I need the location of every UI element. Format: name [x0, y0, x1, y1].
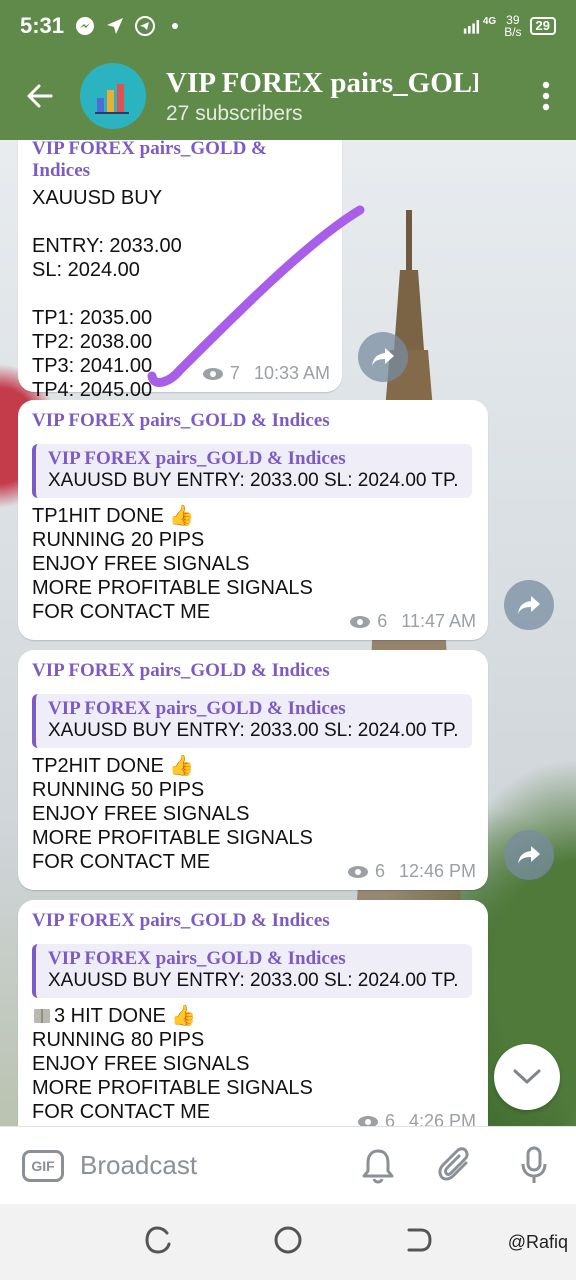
broadcast-input[interactable]: Broadcast	[80, 1150, 197, 1181]
quote-title: VIP FOREX pairs_GOLD & Indices	[48, 698, 346, 719]
more-options-button[interactable]	[516, 52, 576, 140]
message-line: TP1HIT DONE 👍	[32, 505, 195, 527]
bell-icon	[362, 1149, 394, 1183]
views-eye-icon	[357, 1115, 378, 1126]
message-sender: VIP FOREX pairs_GOLD & Indices	[32, 140, 267, 181]
reply-quote[interactable]: VIP FOREX pairs_GOLD & Indices XAUUSD BU…	[32, 944, 472, 998]
input-actions	[354, 1142, 558, 1190]
channel-header: VIP FOREX pairs_GOLD 27 subscribers	[0, 52, 576, 140]
battery-icon: 29	[529, 17, 556, 35]
message-line-text: 3 HIT DONE 👍	[54, 1005, 197, 1027]
watermark: @Rafiq	[507, 1232, 568, 1252]
messenger-icon	[74, 15, 96, 37]
message-body: TP2HIT DONE 👍 RUNNING 50 PIPS ENJOY FREE…	[32, 754, 472, 874]
back-arrow-icon	[27, 84, 53, 108]
message-line: ENJOY FREE SIGNALS	[32, 553, 250, 575]
kebab-menu-icon	[542, 81, 550, 111]
message-line: RUNNING 20 PIPS	[32, 529, 205, 551]
forward-button[interactable]	[504, 830, 554, 880]
channel-info[interactable]: VIP FOREX pairs_GOLD 27 subscribers	[166, 67, 478, 126]
network-speed-unit: B/s	[504, 25, 522, 39]
scroll-to-bottom-button[interactable]	[494, 1044, 560, 1110]
view-count: 6	[384, 1111, 395, 1126]
message-bubble[interactable]: VIP FOREX pairs_GOLD & Indices VIP FOREX…	[18, 400, 488, 640]
message-line: TP2HIT DONE 👍	[32, 755, 195, 777]
message-time: 12:46 PM	[398, 861, 476, 881]
telegram-icon	[134, 15, 156, 37]
microphone-icon	[521, 1146, 547, 1183]
message-line: ENJOY FREE SIGNALS	[32, 803, 250, 825]
message-line: RUNNING 80 PIPS	[32, 1029, 205, 1051]
message-line: RUNNING 50 PIPS	[32, 779, 205, 801]
status-right: 4G 39 B/s 29	[463, 14, 556, 38]
back-button[interactable]	[0, 52, 80, 140]
book-emoji-icon	[34, 1009, 50, 1023]
reply-quote[interactable]: VIP FOREX pairs_GOLD & Indices XAUUSD BU…	[32, 694, 472, 748]
gif-button[interactable]: GIF	[22, 1149, 64, 1182]
chat-area[interactable]: VIP FOREX pairs_GOLD & Indices XAUUSD BU…	[0, 140, 576, 1126]
quote-title: VIP FOREX pairs_GOLD & Indices	[48, 948, 346, 969]
message-bubble[interactable]: VIP FOREX pairs_GOLD & Indices VIP FOREX…	[18, 650, 488, 890]
message-line: 3 HIT DONE 👍	[32, 1004, 472, 1028]
message-body: TP1HIT DONE 👍 RUNNING 20 PIPS ENJOY FREE…	[32, 504, 472, 624]
notification-bell-button[interactable]	[354, 1142, 402, 1190]
paperclip-icon	[438, 1146, 469, 1180]
message-sender: VIP FOREX pairs_GOLD & Indices	[32, 910, 330, 931]
quote-text: XAUUSD BUY ENTRY: 2033.00 SL: 2024.00 TP…	[48, 970, 460, 991]
home-circle-icon	[274, 1226, 302, 1253]
channel-title: VIP FOREX pairs_GOLD	[166, 66, 478, 99]
status-time: 5:31	[20, 13, 65, 38]
dot-icon	[164, 15, 186, 37]
broadcast-input-bar: GIF Broadcast	[0, 1126, 576, 1204]
recents-button[interactable]	[143, 1225, 173, 1260]
message-bubble[interactable]: VIP FOREX pairs_GOLD & Indices VIP FOREX…	[18, 900, 488, 1126]
system-navigation-bar	[0, 1204, 576, 1280]
forward-button[interactable]	[504, 580, 554, 630]
channel-avatar[interactable]	[80, 63, 146, 129]
message-meta: 6 12:46 PM	[347, 861, 476, 882]
quote-text: XAUUSD BUY ENTRY: 2033.00 SL: 2024.00 TP…	[48, 470, 460, 491]
message-sender: VIP FOREX pairs_GOLD & Indices	[32, 660, 330, 681]
message-line: MORE PROFITABLE SIGNALS	[32, 827, 313, 849]
message-meta: 6 4:26 PM	[357, 1111, 476, 1126]
network-speed: 39 B/s	[504, 14, 521, 38]
message-body: 3 HIT DONE 👍 RUNNING 80 PIPS ENJOY FREE …	[32, 1004, 472, 1124]
message-line: ENJOY FREE SIGNALS	[32, 1053, 250, 1075]
message-sender: VIP FOREX pairs_GOLD & Indices	[32, 410, 330, 431]
home-button[interactable]	[273, 1225, 303, 1260]
reply-quote[interactable]: VIP FOREX pairs_GOLD & Indices XAUUSD BU…	[32, 444, 472, 498]
view-count: 6	[374, 861, 385, 881]
subscriber-count: 27 subscribers	[166, 101, 303, 125]
purple-scribble-mark	[147, 205, 365, 387]
quote-title: VIP FOREX pairs_GOLD & Indices	[48, 448, 346, 469]
message-line: MORE PROFITABLE SIGNALS	[32, 577, 313, 599]
message-time: 4:26 PM	[408, 1111, 476, 1126]
message-time: 11:47 AM	[401, 611, 476, 631]
share-arrow-icon	[518, 596, 540, 614]
navigation-icon	[104, 15, 126, 37]
message-line: MORE PROFITABLE SIGNALS	[32, 1077, 313, 1099]
status-bar: 5:31 4G 39 B/s 29	[0, 0, 576, 52]
bar-chart-icon	[95, 84, 129, 114]
status-notification-icons	[74, 15, 186, 37]
network-type: 4G	[482, 15, 497, 27]
back-nav-icon	[407, 1228, 432, 1251]
signal-icon	[463, 15, 485, 37]
share-arrow-icon	[518, 846, 540, 864]
message-meta: 6 11:47 AM	[349, 611, 476, 632]
back-nav-button[interactable]	[403, 1225, 433, 1260]
view-count: 6	[377, 611, 388, 631]
chevron-down-icon	[513, 1069, 541, 1084]
quote-text: XAUUSD BUY ENTRY: 2033.00 SL: 2024.00 TP…	[48, 720, 460, 741]
voice-message-button[interactable]	[510, 1142, 558, 1190]
attach-button[interactable]	[432, 1142, 480, 1190]
recents-icon	[145, 1225, 171, 1254]
views-eye-icon	[347, 865, 368, 878]
views-eye-icon	[350, 615, 371, 628]
